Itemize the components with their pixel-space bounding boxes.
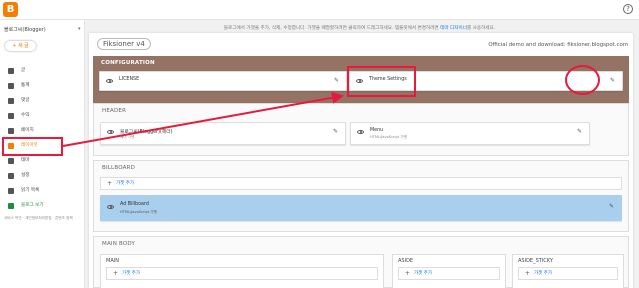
annotation-arrow-icon bbox=[62, 91, 344, 147]
